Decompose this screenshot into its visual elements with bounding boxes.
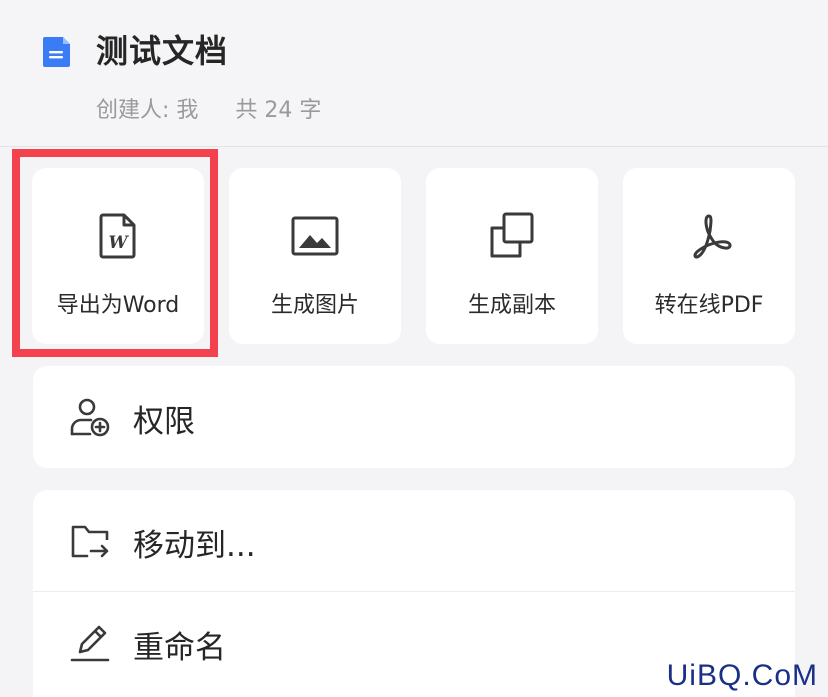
document-header: 测试文档 创建人: 我 共 24 字 xyxy=(0,0,828,147)
generate-image-button[interactable]: 生成图片 xyxy=(229,168,401,344)
pdf-icon xyxy=(693,214,732,259)
user-add-icon xyxy=(70,398,110,437)
create-copy-label: 生成副本 xyxy=(467,293,556,318)
document-title: 测试文档 xyxy=(96,32,229,70)
document-icon xyxy=(43,37,70,67)
convert-pdf-label: 转在线PDF xyxy=(654,293,764,318)
create-copy-button[interactable]: 生成副本 xyxy=(426,168,598,344)
word-file-icon: W xyxy=(99,213,136,259)
quick-actions: W 导出为Word 生成图片 生成副本 转在线PDF xyxy=(0,146,828,364)
rename-label: 重命名 xyxy=(133,630,226,666)
watermark: UiBQ.CoM xyxy=(666,659,818,692)
word-count-text: 共 24 字 xyxy=(235,98,322,123)
image-icon xyxy=(291,216,339,256)
move-to-label: 移动到... xyxy=(133,528,256,564)
permissions-card: 权限 xyxy=(33,366,795,468)
folder-move-icon xyxy=(71,525,109,558)
pencil-icon xyxy=(70,625,110,662)
export-word-label: 导出为Word xyxy=(56,293,180,318)
svg-text:W: W xyxy=(108,233,129,253)
move-to-item[interactable]: 移动到... xyxy=(33,490,795,592)
permissions-label: 权限 xyxy=(133,404,195,440)
export-word-button[interactable]: W 导出为Word xyxy=(32,168,204,344)
convert-pdf-button[interactable]: 转在线PDF xyxy=(623,168,795,344)
generate-image-label: 生成图片 xyxy=(270,293,359,318)
permissions-item[interactable]: 权限 xyxy=(33,366,795,468)
copy-icon xyxy=(490,212,534,258)
document-meta: 创建人: 我 共 24 字 xyxy=(96,92,351,124)
creator-text: 创建人: 我 xyxy=(96,98,199,123)
